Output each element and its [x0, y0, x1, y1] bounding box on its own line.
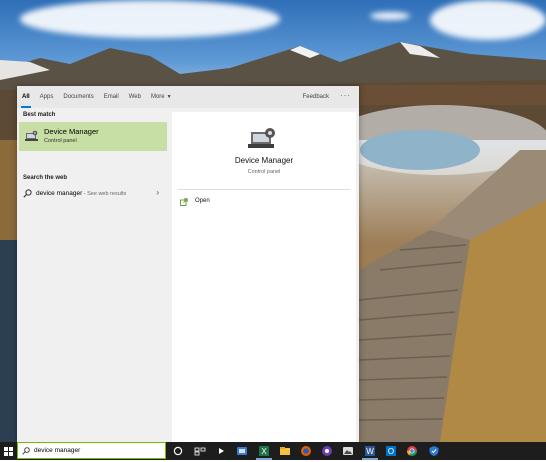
- search-filter-bar: All Apps Documents Email Web More ▼ Feedb…: [17, 86, 359, 108]
- best-match-subtitle: Control panel: [44, 138, 77, 144]
- chrome-icon[interactable]: [406, 445, 418, 457]
- filter-tab-all[interactable]: All: [17, 86, 35, 108]
- shield-icon[interactable]: [428, 445, 440, 457]
- detail-subtitle: Control panel: [247, 169, 281, 175]
- excel-icon[interactable]: X: [258, 445, 270, 457]
- file-explorer-icon[interactable]: [279, 445, 291, 457]
- device-manager-icon: [25, 130, 38, 141]
- filter-tab-documents[interactable]: Documents: [58, 86, 98, 108]
- web-search-heading: Search the web: [23, 175, 68, 181]
- open-label: Open: [195, 198, 210, 204]
- filter-more-label: More: [150, 94, 165, 100]
- search-panel: All Apps Documents Email Web More ▼ Feedb…: [17, 86, 359, 442]
- filter-tab-more[interactable]: More ▼: [146, 86, 177, 108]
- filter-tab-web[interactable]: Web: [124, 86, 146, 108]
- outlook-icon[interactable]: O: [385, 445, 397, 457]
- detail-title: Device Manager: [234, 156, 294, 165]
- web-result-query: device manager: [36, 190, 83, 197]
- taskbar-search-input[interactable]: [34, 444, 162, 457]
- firefox-icon[interactable]: [300, 445, 312, 457]
- app-icon[interactable]: [321, 445, 333, 457]
- web-result-suffix: - See web results: [82, 191, 127, 197]
- svg-text:W: W: [366, 447, 374, 456]
- taskbar-search-box[interactable]: [17, 442, 166, 459]
- word-icon[interactable]: W: [364, 445, 376, 457]
- best-match-heading: Best match: [23, 112, 56, 118]
- svg-text:X: X: [261, 447, 267, 456]
- result-detail-pane: Device Manager Control panel Open: [172, 112, 356, 442]
- filter-tab-email[interactable]: Email: [99, 86, 124, 108]
- app-icon[interactable]: [342, 445, 354, 457]
- web-result-text: device manager - See web results: [36, 190, 126, 197]
- web-search-result[interactable]: device manager - See web results ›: [19, 186, 167, 202]
- media-player-icon[interactable]: [215, 445, 227, 457]
- task-view-icon[interactable]: [194, 445, 206, 457]
- windows-start-icon[interactable]: [0, 442, 17, 460]
- best-match-result[interactable]: Device Manager Control panel: [19, 122, 167, 151]
- device-manager-icon: [248, 128, 275, 148]
- results-list: Best match Device Manager Control panel …: [17, 108, 169, 442]
- best-match-title: Device Manager: [44, 127, 99, 136]
- divider: [178, 189, 350, 190]
- filter-tab-apps[interactable]: Apps: [35, 86, 59, 108]
- open-icon: [180, 198, 188, 206]
- search-icon: [22, 447, 30, 455]
- search-icon: [23, 189, 32, 198]
- taskbar: X W O: [0, 442, 546, 460]
- feedback-link[interactable]: Feedback: [303, 86, 329, 108]
- cortana-icon[interactable]: [172, 445, 184, 457]
- svg-text:O: O: [388, 447, 394, 456]
- app-icon[interactable]: [236, 445, 248, 457]
- more-options-icon[interactable]: ···: [340, 86, 351, 106]
- chevron-down-icon: ▼: [166, 94, 172, 100]
- chevron-right-icon[interactable]: ›: [156, 188, 159, 197]
